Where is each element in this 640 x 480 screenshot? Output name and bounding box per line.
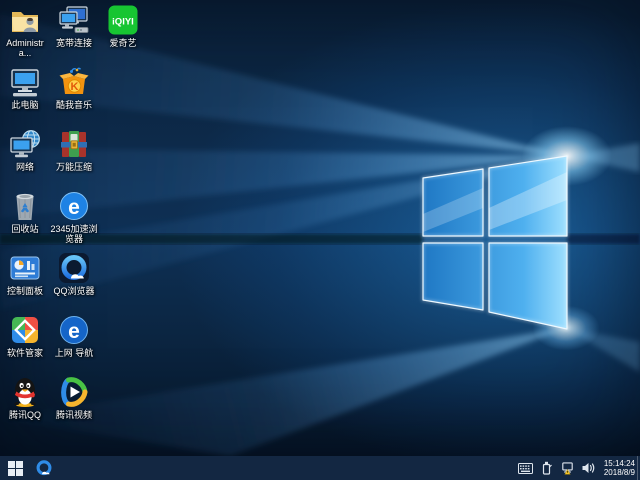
tencent-qq-icon: [9, 376, 41, 408]
universal-archiver-icon: [58, 128, 90, 160]
desktop-icon-label: 此电脑: [11, 100, 39, 110]
qq-browser-icon: [58, 252, 90, 284]
desktop-icon-label: QQ浏览器: [53, 286, 95, 296]
touch-keyboard-icon[interactable]: [518, 460, 533, 476]
desktop-icon-label: 腾讯QQ: [8, 410, 41, 420]
desktop-icon-software-manager[interactable]: 软件管家: [1, 314, 49, 358]
desktop-icon-kuwo-music[interactable]: K 酷我音乐: [50, 66, 98, 110]
desktop-icon-iqiyi[interactable]: iQIYI 爱奇艺: [99, 4, 147, 48]
network-icon: [9, 128, 41, 160]
desktop-icon-label: 上网 导航: [54, 348, 94, 358]
clock-time: 15:14:24: [603, 459, 635, 468]
broadband-connection-icon: [58, 4, 90, 36]
software-manager-icon: [9, 314, 41, 346]
web-navigation-icon: e: [58, 314, 90, 346]
taskbar-pinned-qq-browser[interactable]: [30, 456, 58, 480]
iqiyi-logo-text: iQIYI: [112, 17, 134, 28]
desktop-icon-label: 爱奇艺: [109, 38, 137, 48]
svg-text:e: e: [68, 320, 80, 343]
desktop-icon-label: 万能压缩: [55, 162, 92, 172]
desktop-icon-label: 网络: [15, 162, 34, 172]
desktop-icon-tencent-qq[interactable]: 腾讯QQ: [1, 376, 49, 420]
tencent-video-icon: [58, 376, 90, 408]
desktop-icon-this-pc[interactable]: 此电脑: [1, 66, 49, 110]
taskbar: 15:14:24 2018/8/9: [0, 456, 640, 480]
desktop-icon-label: Administra...: [6, 38, 44, 58]
desktop-icon-2345-speed-browser[interactable]: e 2345加速浏览器: [50, 190, 98, 244]
recycle-bin-icon: [9, 190, 41, 222]
svg-text:K: K: [71, 81, 79, 93]
windows-logo-icon: [7, 460, 23, 476]
desktop-icon-label: 2345加速浏览器: [50, 224, 98, 244]
system-tray: [518, 456, 596, 480]
control-panel-icon: [9, 252, 41, 284]
desktop-icon-tencent-video[interactable]: 腾讯视频: [50, 376, 98, 420]
desktop-icon-label: 控制面板: [6, 286, 43, 296]
desktop-icon-label: 软件管家: [6, 348, 43, 358]
network-warning-icon[interactable]: [560, 460, 575, 476]
desktop-icon-qq-browser[interactable]: QQ浏览器: [50, 252, 98, 296]
taskbar-clock[interactable]: 15:14:24 2018/8/9: [604, 456, 635, 480]
usb-device-icon[interactable]: [539, 460, 554, 476]
desktop-screen: Administra... 此电脑 网络 回收站 控制面板 软件管家 腾讯QQ …: [0, 0, 640, 480]
desktop-icon-recycle-bin[interactable]: 回收站: [1, 190, 49, 234]
desktop-icon-broadband-connection[interactable]: 宽带连接: [50, 4, 98, 48]
this-pc-icon: [9, 66, 41, 98]
iqiyi-icon: iQIYI: [107, 4, 139, 36]
desktop-icon-universal-archiver[interactable]: 万能压缩: [50, 128, 98, 172]
desktop-icon-label: 回收站: [11, 224, 39, 234]
user-folder-icon: [9, 4, 41, 36]
svg-text:e: e: [68, 196, 80, 219]
volume-icon[interactable]: [581, 460, 596, 476]
desktop-icon-user-folder[interactable]: Administra...: [1, 4, 49, 58]
qq-browser-icon: [36, 460, 52, 476]
desktop-icon-label: 腾讯视频: [55, 410, 92, 420]
desktop-icon-label: 酷我音乐: [55, 100, 92, 110]
start-button[interactable]: [0, 456, 30, 480]
2345-speed-browser-icon: e: [58, 190, 90, 222]
desktop-icon-network[interactable]: 网络: [1, 128, 49, 172]
clock-date: 2018/8/9: [603, 468, 635, 477]
desktop-icon-label: 宽带连接: [55, 38, 92, 48]
desktop-icon-control-panel[interactable]: 控制面板: [1, 252, 49, 296]
kuwo-music-icon: K: [58, 66, 90, 98]
desktop-icon-web-navigation[interactable]: e 上网 导航: [50, 314, 98, 358]
